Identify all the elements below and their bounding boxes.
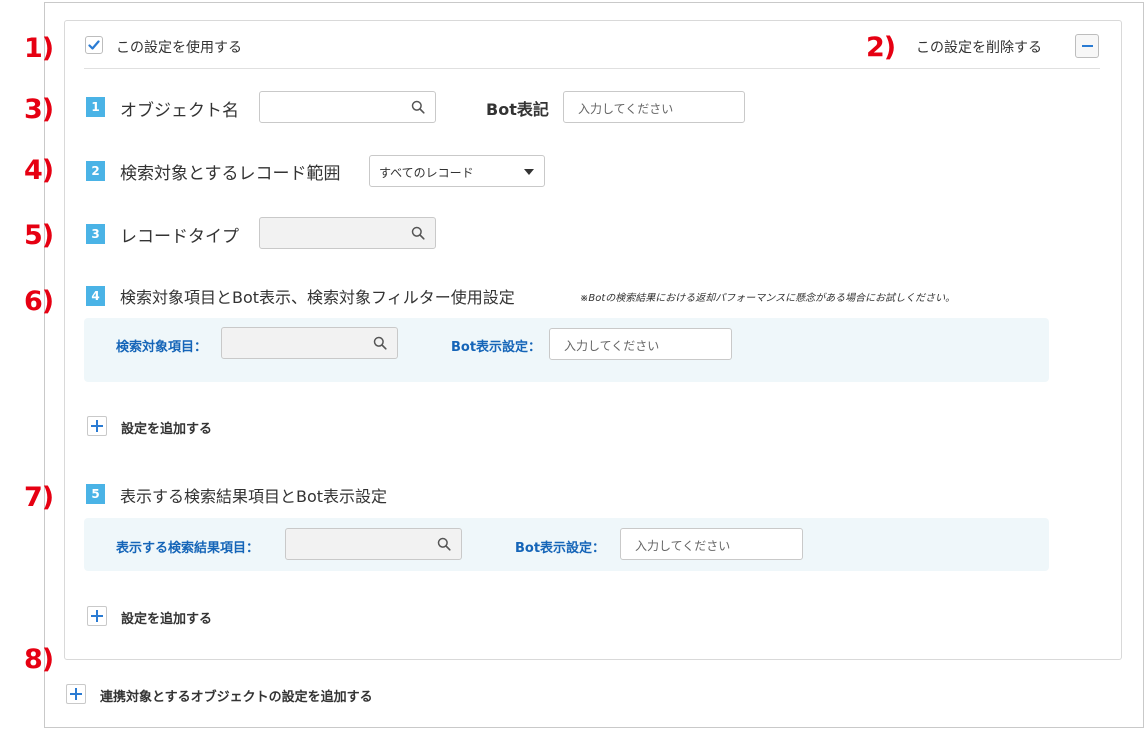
- add-search-field-label[interactable]: 設定を追加する: [121, 418, 212, 437]
- caret-down-icon: [524, 169, 534, 175]
- search-field-input[interactable]: [221, 327, 398, 359]
- display-field-label: 表示する検索結果項目：: [116, 541, 260, 556]
- step-badge-2: 2: [86, 161, 105, 181]
- marker-4: 4): [24, 155, 54, 186]
- bot-display-setting-input[interactable]: 入力してください: [549, 328, 732, 360]
- search-icon: [411, 100, 425, 114]
- step-title-object-name: オブジェクト名: [120, 101, 239, 121]
- marker-6: 6): [24, 286, 54, 317]
- search-icon: [411, 226, 425, 240]
- object-name-search-input[interactable]: [259, 91, 436, 123]
- marker-7: 7): [24, 482, 54, 513]
- add-display-field-label[interactable]: 設定を追加する: [121, 608, 212, 627]
- delete-setting-button[interactable]: [1075, 34, 1099, 58]
- use-setting-label: この設定を使用する: [116, 40, 242, 56]
- marker-2: 2): [866, 32, 896, 63]
- marker-5: 5): [24, 220, 54, 251]
- bot-label: Bot表記: [486, 100, 549, 119]
- use-setting-checkbox[interactable]: [85, 36, 103, 54]
- step-title-search-fields: 検索対象項目とBot表示、検索対象フィルター使用設定: [120, 288, 515, 307]
- marker-1: 1): [24, 33, 54, 64]
- bot-label-placeholder: 入力してください: [578, 102, 674, 116]
- bot-display-setting-input-2[interactable]: 入力してください: [620, 528, 803, 560]
- step-badge-3: 3: [86, 224, 105, 244]
- step-badge-1: 1: [86, 97, 105, 117]
- bot-display-setting-label-2: Bot表示設定：: [515, 541, 606, 556]
- search-icon: [437, 537, 451, 551]
- step-title-display-fields: 表示する検索結果項目とBot表示設定: [120, 487, 388, 506]
- bot-display-setting-label: Bot表示設定：: [451, 340, 542, 355]
- search-field-label: 検索対象項目：: [116, 340, 208, 355]
- header-divider: [84, 68, 1100, 69]
- bot-label-input[interactable]: 入力してください: [563, 91, 745, 123]
- step-badge-4: 4: [86, 286, 105, 306]
- record-range-value: すべてのレコード: [379, 166, 474, 180]
- step-badge-5: 5: [86, 484, 105, 504]
- performance-note: ※Botの検索結果における返却パフォーマンスに懸念がある場合にお試しください。: [580, 293, 956, 304]
- record-range-select[interactable]: すべてのレコード: [369, 155, 545, 187]
- marker-8: 8): [24, 644, 54, 675]
- step-title-record-type: レコードタイプ: [120, 227, 239, 247]
- checkmark-icon: [88, 40, 100, 50]
- delete-setting-label: この設定を削除する: [916, 40, 1042, 56]
- record-type-search-input[interactable]: [259, 217, 436, 249]
- bot-display-placeholder-2: 入力してください: [635, 539, 731, 553]
- add-object-setting-button[interactable]: [66, 684, 86, 704]
- add-search-field-button[interactable]: [87, 416, 107, 436]
- display-field-input[interactable]: [285, 528, 462, 560]
- step-title-record-range: 検索対象とするレコード範囲: [120, 164, 341, 184]
- add-display-field-button[interactable]: [87, 606, 107, 626]
- marker-3: 3): [24, 94, 54, 125]
- add-object-setting-label[interactable]: 連携対象とするオブジェクトの設定を追加する: [100, 686, 373, 705]
- bot-display-placeholder: 入力してください: [564, 339, 660, 353]
- search-icon: [373, 336, 387, 350]
